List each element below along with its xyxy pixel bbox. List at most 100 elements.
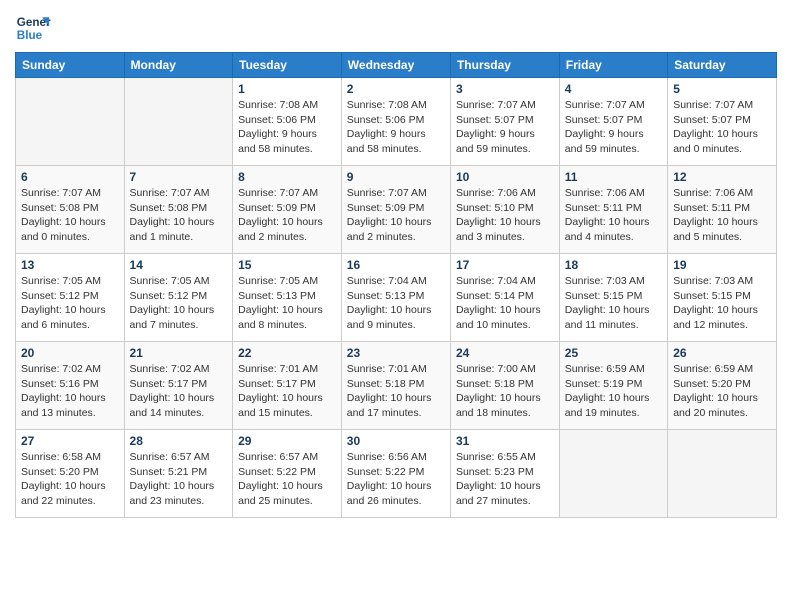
day-info: Sunrise: 7:01 AMSunset: 5:18 PMDaylight:… — [347, 362, 445, 421]
calendar-cell: 18 Sunrise: 7:03 AMSunset: 5:15 PMDayligh… — [559, 254, 667, 342]
col-header-wednesday: Wednesday — [341, 53, 450, 78]
calendar-cell: 12Sunrise: 7:06 AMSunset: 5:11 PMDayligh… — [668, 166, 777, 254]
day-number: 15 — [238, 258, 336, 272]
calendar-cell: 21Sunrise: 7:02 AMSunset: 5:17 PMDayligh… — [124, 342, 233, 430]
day-number: 19 — [673, 258, 771, 272]
calendar-cell: 9 Sunrise: 7:07 AMSunset: 5:09 PMDaylight… — [341, 166, 450, 254]
calendar-cell: 3 Sunrise: 7:07 AMSunset: 5:07 PMDaylight… — [450, 78, 559, 166]
calendar-cell — [559, 430, 667, 518]
calendar-cell: 10 Sunrise: 7:06 AMSunset: 5:10 PMDayligh… — [450, 166, 559, 254]
day-number: 6 — [21, 170, 119, 184]
day-info: Sunrise: 7:07 AMSunset: 5:08 PMDaylight:… — [21, 186, 119, 245]
calendar-cell: 16 Sunrise: 7:04 AMSunset: 5:13 PMDayligh… — [341, 254, 450, 342]
page-header: General Blue — [15, 10, 777, 46]
calendar-cell: 24 Sunrise: 7:00 AMSunset: 5:18 PMDayligh… — [450, 342, 559, 430]
day-number: 1 — [238, 82, 336, 96]
calendar-cell: 4Sunrise: 7:07 AMSunset: 5:07 PMDaylight… — [559, 78, 667, 166]
day-info: Sunrise: 7:08 AMSunset: 5:06 PMDaylight:… — [347, 98, 445, 157]
calendar-cell: 14 Sunrise: 7:05 AMSunset: 5:12 PMDayligh… — [124, 254, 233, 342]
calendar-cell: 25 Sunrise: 6:59 AMSunset: 5:19 PMDayligh… — [559, 342, 667, 430]
day-number: 5 — [673, 82, 771, 96]
day-info: Sunrise: 7:06 AMSunset: 5:11 PMDaylight:… — [565, 186, 662, 245]
calendar-cell: 8Sunrise: 7:07 AMSunset: 5:09 PMDaylight… — [233, 166, 342, 254]
calendar-header-row: SundayMondayTuesdayWednesdayThursdayFrid… — [16, 53, 777, 78]
day-info: Sunrise: 7:04 AMSunset: 5:13 PMDaylight:… — [347, 274, 445, 333]
day-info: Sunrise: 6:57 AMSunset: 5:21 PMDaylight:… — [130, 450, 228, 509]
day-info: Sunrise: 7:07 AMSunset: 5:09 PMDaylight:… — [238, 186, 336, 245]
day-number: 24 — [456, 346, 554, 360]
day-info: Sunrise: 6:57 AMSunset: 5:22 PMDaylight:… — [238, 450, 336, 509]
day-info: Sunrise: 6:56 AMSunset: 5:22 PMDaylight:… — [347, 450, 445, 509]
day-number: 25 — [565, 346, 662, 360]
day-number: 7 — [130, 170, 228, 184]
calendar-cell: 27Sunrise: 6:58 AMSunset: 5:20 PMDayligh… — [16, 430, 125, 518]
calendar-cell: 22Sunrise: 7:01 AMSunset: 5:17 PMDayligh… — [233, 342, 342, 430]
col-header-monday: Monday — [124, 53, 233, 78]
calendar-cell: 28Sunrise: 6:57 AMSunset: 5:21 PMDayligh… — [124, 430, 233, 518]
day-number: 21 — [130, 346, 228, 360]
calendar-cell: 30 Sunrise: 6:56 AMSunset: 5:22 PMDayligh… — [341, 430, 450, 518]
calendar-table: SundayMondayTuesdayWednesdayThursdayFrid… — [15, 52, 777, 518]
day-number: 27 — [21, 434, 119, 448]
day-info: Sunrise: 7:08 AMSunset: 5:06 PMDaylight:… — [238, 98, 336, 157]
calendar-cell: 19 Sunrise: 7:03 AMSunset: 5:15 PMDayligh… — [668, 254, 777, 342]
svg-text:Blue: Blue — [17, 29, 43, 42]
day-info: Sunrise: 7:07 AMSunset: 5:07 PMDaylight:… — [565, 98, 662, 157]
week-row-3: 13 Sunrise: 7:05 AMSunset: 5:12 PMDayligh… — [16, 254, 777, 342]
day-number: 16 — [347, 258, 445, 272]
calendar-cell: 11Sunrise: 7:06 AMSunset: 5:11 PMDayligh… — [559, 166, 667, 254]
day-info: Sunrise: 7:02 AMSunset: 5:16 PMDaylight:… — [21, 362, 119, 421]
day-number: 20 — [21, 346, 119, 360]
day-info: Sunrise: 7:00 AMSunset: 5:18 PMDaylight:… — [456, 362, 554, 421]
day-number: 12 — [673, 170, 771, 184]
logo-icon: General Blue — [15, 10, 51, 46]
calendar-cell: 5 Sunrise: 7:07 AMSunset: 5:07 PMDaylight… — [668, 78, 777, 166]
day-info: Sunrise: 6:59 AMSunset: 5:20 PMDaylight:… — [673, 362, 771, 421]
calendar-cell: 26Sunrise: 6:59 AMSunset: 5:20 PMDayligh… — [668, 342, 777, 430]
day-number: 9 — [347, 170, 445, 184]
col-header-sunday: Sunday — [16, 53, 125, 78]
day-number: 23 — [347, 346, 445, 360]
day-info: Sunrise: 7:06 AMSunset: 5:10 PMDaylight:… — [456, 186, 554, 245]
day-number: 18 — [565, 258, 662, 272]
calendar-cell: 7Sunrise: 7:07 AMSunset: 5:08 PMDaylight… — [124, 166, 233, 254]
col-header-thursday: Thursday — [450, 53, 559, 78]
calendar-cell — [668, 430, 777, 518]
calendar-cell: 23 Sunrise: 7:01 AMSunset: 5:18 PMDayligh… — [341, 342, 450, 430]
day-number: 22 — [238, 346, 336, 360]
calendar-cell: 2 Sunrise: 7:08 AMSunset: 5:06 PMDaylight… — [341, 78, 450, 166]
col-header-tuesday: Tuesday — [233, 53, 342, 78]
day-number: 29 — [238, 434, 336, 448]
calendar-cell: 15Sunrise: 7:05 AMSunset: 5:13 PMDayligh… — [233, 254, 342, 342]
day-number: 10 — [456, 170, 554, 184]
day-number: 2 — [347, 82, 445, 96]
day-info: Sunrise: 7:05 AMSunset: 5:12 PMDaylight:… — [130, 274, 228, 333]
day-info: Sunrise: 7:03 AMSunset: 5:15 PMDaylight:… — [565, 274, 662, 333]
calendar-cell: 29 Sunrise: 6:57 AMSunset: 5:22 PMDayligh… — [233, 430, 342, 518]
day-number: 30 — [347, 434, 445, 448]
day-info: Sunrise: 7:04 AMSunset: 5:14 PMDaylight:… — [456, 274, 554, 333]
col-header-friday: Friday — [559, 53, 667, 78]
col-header-saturday: Saturday — [668, 53, 777, 78]
day-number: 14 — [130, 258, 228, 272]
day-number: 17 — [456, 258, 554, 272]
calendar-cell: 20 Sunrise: 7:02 AMSunset: 5:16 PMDayligh… — [16, 342, 125, 430]
calendar-cell: 1 Sunrise: 7:08 AMSunset: 5:06 PMDaylight… — [233, 78, 342, 166]
day-info: Sunrise: 6:55 AMSunset: 5:23 PMDaylight:… — [456, 450, 554, 509]
day-number: 13 — [21, 258, 119, 272]
day-info: Sunrise: 7:07 AMSunset: 5:07 PMDaylight:… — [456, 98, 554, 157]
week-row-2: 6 Sunrise: 7:07 AMSunset: 5:08 PMDaylight… — [16, 166, 777, 254]
day-info: Sunrise: 7:03 AMSunset: 5:15 PMDaylight:… — [673, 274, 771, 333]
calendar-cell: 31Sunrise: 6:55 AMSunset: 5:23 PMDayligh… — [450, 430, 559, 518]
logo: General Blue — [15, 10, 51, 46]
week-row-1: 1 Sunrise: 7:08 AMSunset: 5:06 PMDaylight… — [16, 78, 777, 166]
day-info: Sunrise: 7:05 AMSunset: 5:12 PMDaylight:… — [21, 274, 119, 333]
calendar-cell: 6 Sunrise: 7:07 AMSunset: 5:08 PMDaylight… — [16, 166, 125, 254]
calendar-cell: 17 Sunrise: 7:04 AMSunset: 5:14 PMDayligh… — [450, 254, 559, 342]
day-info: Sunrise: 6:59 AMSunset: 5:19 PMDaylight:… — [565, 362, 662, 421]
calendar-cell — [16, 78, 125, 166]
day-number: 3 — [456, 82, 554, 96]
day-info: Sunrise: 7:07 AMSunset: 5:07 PMDaylight:… — [673, 98, 771, 157]
week-row-5: 27Sunrise: 6:58 AMSunset: 5:20 PMDayligh… — [16, 430, 777, 518]
day-info: Sunrise: 7:07 AMSunset: 5:09 PMDaylight:… — [347, 186, 445, 245]
